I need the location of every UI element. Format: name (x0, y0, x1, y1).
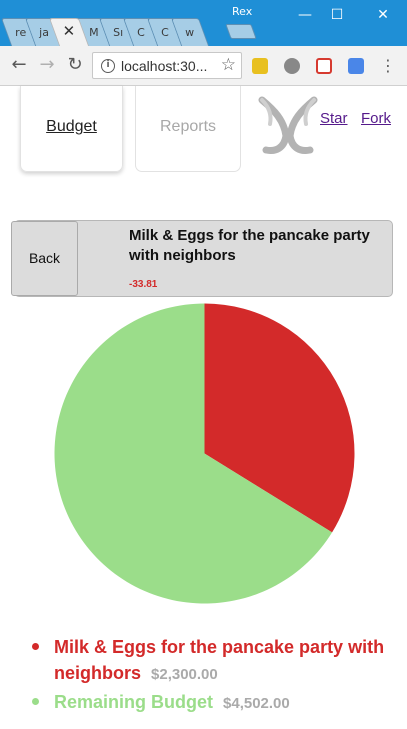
tab-label: C (137, 26, 145, 39)
tab-label: w (185, 26, 195, 39)
legend-item-spent: Milk & Eggs for the pancake party with n… (32, 634, 392, 688)
gmail-icon[interactable] (316, 58, 332, 74)
tab-label: re (15, 26, 27, 39)
github-fork-link[interactable]: Fork (361, 110, 391, 127)
translate-icon[interactable] (348, 58, 364, 74)
browser-menu-icon[interactable]: ⋮ (380, 56, 396, 75)
budget-pie-chart (54, 303, 355, 604)
app-logo-icon (258, 96, 318, 154)
tab-label: Sı (113, 26, 124, 39)
nav-budget-label[interactable]: Budget (46, 118, 97, 135)
site-info-icon[interactable]: i (101, 59, 115, 73)
tab-close-icon[interactable]: ✕ (63, 22, 76, 40)
legend-dot-spent (32, 643, 39, 650)
window-close-icon[interactable]: ✕ (368, 4, 398, 26)
nav-reports-label[interactable]: Reports (160, 118, 216, 135)
address-bar[interactable]: i localhost:30... ☆ (92, 52, 242, 79)
window-titlebar: re ja ✕ M Sı C C w Rex — ☐ ✕ (0, 0, 407, 46)
bookmark-star-icon[interactable]: ☆ (221, 55, 236, 75)
transaction-title: Milk & Eggs for the pancake party with n… (129, 227, 370, 264)
legend-label-spent: Milk & Eggs for the pancake party with n… (54, 637, 385, 683)
transaction-amount: -33.81 (129, 279, 158, 290)
legend-item-remaining: Remaining Budget $4,502.00 (32, 689, 392, 717)
extension-gear-icon[interactable] (284, 58, 300, 74)
chart-legend: Milk & Eggs for the pancake party with n… (32, 634, 392, 717)
new-tab-button[interactable] (225, 24, 257, 39)
tab-label: C (161, 26, 169, 39)
nav-reports-tab[interactable]: Reports (135, 86, 241, 172)
back-button[interactable]: Back (11, 221, 78, 296)
legend-label-remaining: Remaining Budget (54, 692, 214, 712)
extension-icon[interactable] (252, 58, 268, 74)
browser-toolbar: ← → ↻ i localhost:30... ☆ ⋮ (0, 46, 407, 86)
maximize-icon[interactable]: ☐ (322, 4, 352, 26)
forward-arrow-icon[interactable]: → (36, 54, 58, 76)
tab-label: ja (39, 26, 49, 39)
tab-label: M (89, 26, 99, 39)
minimize-icon[interactable]: — (290, 4, 320, 26)
reload-icon[interactable]: ↻ (64, 54, 86, 76)
github-star-link[interactable]: Star (320, 110, 348, 127)
tab-strip: re ja ✕ M Sı C C w (0, 18, 210, 46)
url-text[interactable]: localhost:30... (121, 58, 207, 74)
nav-budget-tab[interactable]: Budget (20, 86, 123, 172)
window-user-name[interactable]: Rex (232, 5, 252, 18)
legend-dot-remaining (32, 698, 39, 705)
back-arrow-icon[interactable]: ← (8, 54, 30, 76)
legend-amount-spent: $2,300.00 (151, 666, 218, 683)
legend-amount-remaining: $4,502.00 (223, 695, 290, 712)
